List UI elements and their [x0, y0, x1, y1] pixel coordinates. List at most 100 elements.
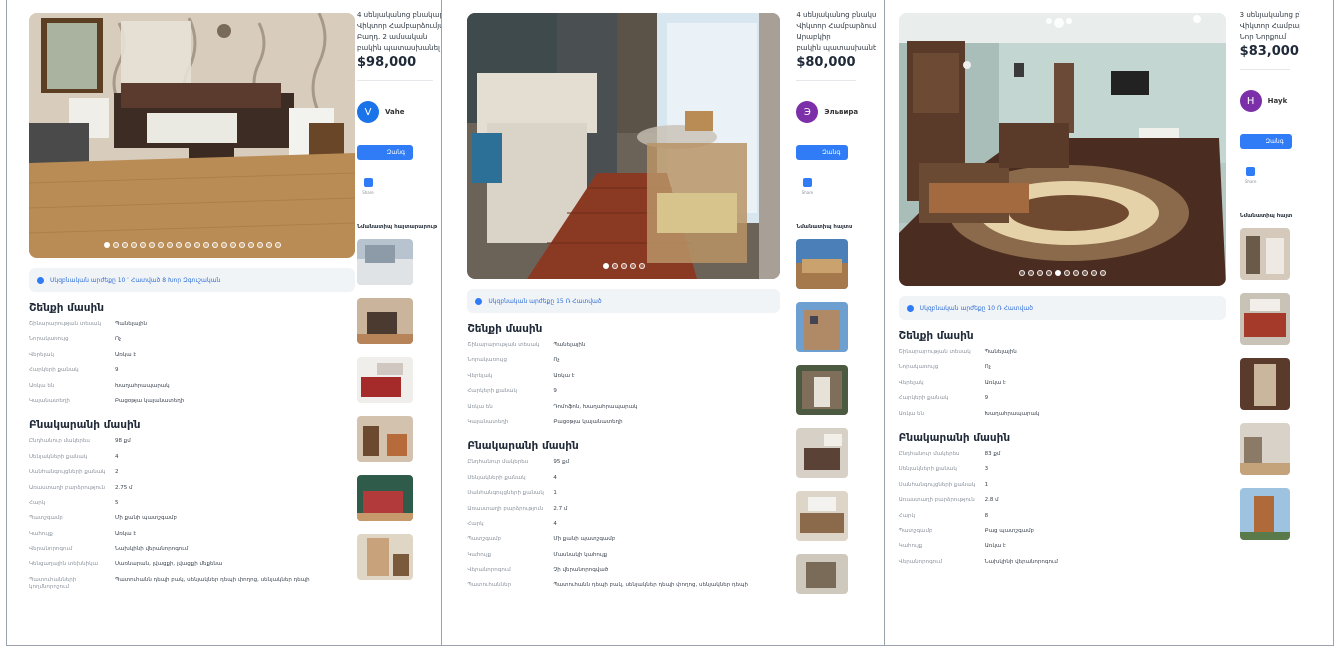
pagination-dot[interactable]	[1063, 270, 1070, 276]
pagination-dot[interactable]	[130, 242, 137, 248]
detail-row: Առաստաղի բարձրություն 2.8 մ	[899, 493, 1226, 508]
pagination-dot[interactable]	[148, 242, 155, 248]
photo-pagination[interactable]	[29, 242, 355, 248]
similar-listing-thumb[interactable]	[796, 491, 849, 541]
similar-listing-thumb[interactable]	[357, 534, 413, 580]
pagination-dot[interactable]	[229, 242, 236, 248]
price-notice-banner[interactable]: Սկզբնական արժեքը 10 Ռ Հատված	[898, 296, 1226, 320]
price-notice-banner[interactable]: Սկզբնական արժեքը 10 ՙ Հատված 8 Խոր Զգուշ…	[29, 268, 355, 292]
detail-label: Պատշգամբ	[467, 536, 502, 543]
similar-listing-thumb[interactable]	[796, 554, 849, 594]
similar-listing-thumb[interactable]	[796, 239, 849, 289]
pagination-dot[interactable]	[175, 242, 182, 248]
call-button[interactable]: Զանգ	[357, 145, 413, 160]
pagination-dot[interactable]	[1036, 270, 1043, 276]
detail-value: 9	[553, 388, 557, 395]
price-notice-banner[interactable]: Սկզբնական արժեքը 15 Ռ Հատված	[467, 289, 781, 313]
similar-listings-title: Նմանատիպ հայտարարություններ	[1239, 213, 1292, 219]
pagination-dot[interactable]	[1018, 270, 1025, 276]
pagination-dot[interactable]	[1081, 270, 1088, 276]
pagination-dot[interactable]	[202, 242, 209, 248]
similar-listing-thumb[interactable]	[357, 298, 413, 344]
pagination-dot[interactable]	[611, 263, 618, 269]
similar-listing-thumb[interactable]	[357, 475, 413, 521]
detail-value: Նախկինի վերանորոգում	[984, 558, 1058, 565]
detail-label: Առաստաղի բարձրություն	[467, 505, 544, 512]
similar-listing-thumb[interactable]	[1239, 423, 1290, 475]
listing-price: $98,000	[357, 55, 417, 70]
pagination-dot[interactable]	[121, 242, 128, 248]
seller-card[interactable]: V Vahe	[357, 101, 441, 123]
pagination-dot[interactable]	[1054, 270, 1061, 276]
building-section-title: Շենքի մասին	[467, 323, 543, 335]
listing-title-line: բակին պատասխանել	[796, 44, 877, 52]
listing-title-line: բակին պատասխանել	[357, 44, 440, 52]
similar-listing-thumb[interactable]	[796, 302, 849, 352]
pagination-dot[interactable]	[265, 242, 272, 248]
pagination-dot[interactable]	[193, 242, 200, 248]
pagination-dot[interactable]	[157, 242, 164, 248]
apartment-details-list: Ընդհանուր մակերես 98 քմ Սենյակների քանակ 4 Ս…	[29, 434, 355, 591]
living-room-photo	[898, 13, 1226, 286]
call-button[interactable]: Զանգ	[796, 145, 849, 160]
pagination-dot[interactable]	[602, 263, 609, 269]
pagination-dot[interactable]	[629, 263, 636, 269]
detail-row: Հարկերի քանակ 9	[899, 391, 1226, 406]
similar-listing-thumb[interactable]	[357, 239, 413, 285]
photo-pagination[interactable]	[467, 263, 780, 269]
share-button[interactable]: Share	[1240, 167, 1262, 191]
building-section-title: Շենքի մասին	[29, 302, 104, 314]
detail-row: Վերանորոգում Չի վերանորոգված	[467, 563, 780, 578]
similar-listing-thumb[interactable]	[1239, 358, 1290, 410]
pagination-dot[interactable]	[620, 263, 627, 269]
detail-row: Պատշգամբ Մի քանի պատշգամբ	[29, 511, 355, 526]
listing-photo[interactable]	[467, 13, 781, 279]
similar-listing-thumb[interactable]	[1239, 293, 1290, 345]
detail-label: Առկա են	[29, 382, 55, 389]
pagination-dot[interactable]	[247, 242, 254, 248]
detail-label: Հարկերի քանակ	[898, 395, 949, 402]
detail-label: Կահույք	[29, 530, 53, 537]
detail-label: Պատշգամբ	[898, 527, 933, 534]
share-button[interactable]: Share	[796, 178, 818, 202]
pagination-dot[interactable]	[1090, 270, 1097, 276]
photo-pagination[interactable]	[899, 270, 1226, 276]
listing-photo[interactable]	[898, 13, 1226, 286]
pagination-dot[interactable]	[1045, 270, 1052, 276]
pagination-dot[interactable]	[139, 242, 146, 248]
pagination-dot[interactable]	[184, 242, 191, 248]
detail-label: Առկա են	[898, 410, 925, 417]
seller-card[interactable]: Э Эльвира	[796, 101, 876, 123]
pagination-dot[interactable]	[220, 242, 227, 248]
listing-title: 3 սենյականոց բնակարան Վիկտոր Համբարձումյա…	[1240, 10, 1300, 43]
detail-label: Առաստաղի բարձրություն	[898, 497, 975, 504]
listing-photo[interactable]	[29, 13, 355, 258]
detail-label: Հարկ	[29, 499, 46, 506]
pagination-dot[interactable]	[211, 242, 218, 248]
similar-listing-thumb[interactable]	[357, 416, 413, 462]
pagination-dot[interactable]	[638, 263, 645, 269]
pagination-dot[interactable]	[238, 242, 245, 248]
detail-value: Պանելային	[115, 321, 148, 327]
detail-label: Վերելակ	[467, 372, 493, 379]
similar-listing-thumb[interactable]	[796, 428, 849, 478]
similar-listing-thumb[interactable]	[796, 365, 849, 415]
pagination-dot[interactable]	[103, 242, 110, 248]
pagination-dot[interactable]	[1072, 270, 1079, 276]
seller-card[interactable]: H Hayk	[1239, 90, 1300, 112]
similar-listing-thumb[interactable]	[1239, 228, 1290, 280]
call-button[interactable]: Զանգ	[1239, 134, 1292, 149]
similar-listing-thumb[interactable]	[1239, 488, 1290, 540]
detail-row: Կահույք Մասնակի կահույք	[467, 548, 780, 563]
detail-label: Պատշգամբ	[29, 515, 63, 522]
pagination-dot[interactable]	[1027, 270, 1034, 276]
pagination-dot[interactable]	[274, 242, 281, 248]
detail-row: Առաստաղի բարձրություն 2.75 մ	[29, 481, 355, 496]
similar-listing-thumb[interactable]	[357, 357, 413, 403]
detail-label: Վերանորոգում	[29, 546, 73, 553]
pagination-dot[interactable]	[256, 242, 263, 248]
pagination-dot[interactable]	[166, 242, 173, 248]
share-button[interactable]: Share	[357, 178, 379, 202]
pagination-dot[interactable]	[1099, 270, 1106, 276]
pagination-dot[interactable]	[112, 242, 119, 248]
